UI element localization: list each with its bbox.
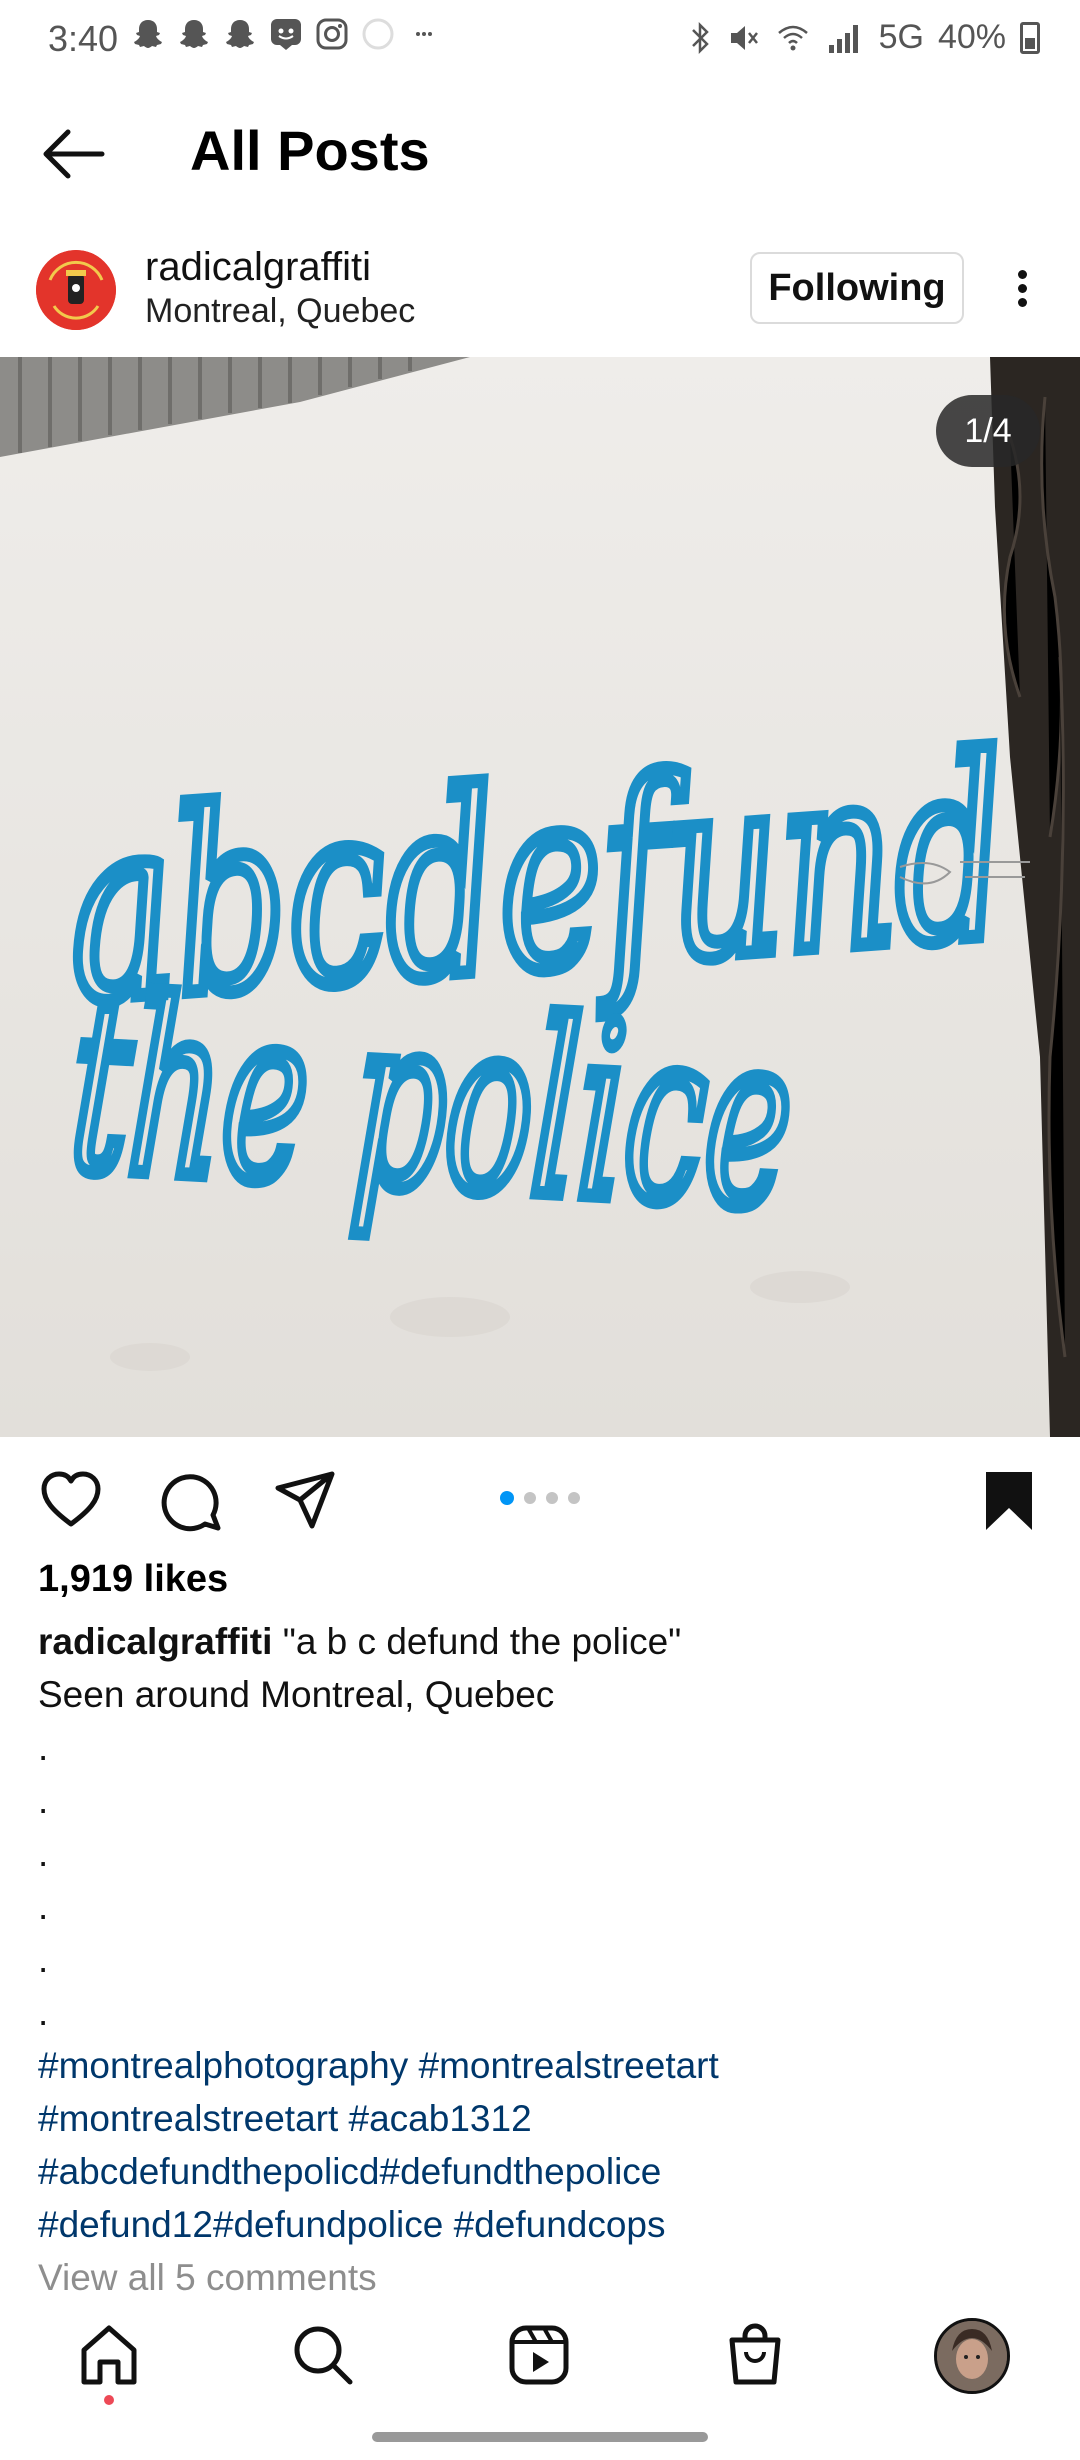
carousel-dots: [500, 1491, 580, 1505]
caption-username[interactable]: radicalgraffiti: [38, 1621, 272, 1662]
signal-icon: [828, 24, 858, 53]
app-icon: [271, 19, 301, 50]
wifi-icon: [777, 25, 808, 50]
network-type: 5G: [878, 18, 924, 56]
battery-icon: [1020, 21, 1040, 54]
page-title: All Posts: [190, 119, 430, 182]
post-username[interactable]: radicalgraffiti: [145, 245, 371, 290]
caption-dot: .: [38, 1833, 49, 1874]
graffiti-photo: abcdefund the police: [0, 357, 1080, 1437]
caption: radicalgraffiti "a b c defund the police…: [38, 1615, 1038, 2292]
likes-count[interactable]: 1,919 likes: [38, 1558, 228, 1601]
status-bar: 3:40 5G 40%: [0, 0, 1080, 80]
home-icon[interactable]: [76, 2322, 142, 2388]
snapchat-icon: [180, 20, 208, 48]
profile-photo: [937, 2321, 1007, 2391]
share-icon[interactable]: [272, 1468, 338, 1534]
back-arrow-icon[interactable]: [38, 124, 108, 184]
hashtag-line[interactable]: #montrealphotography #montrealstreetart: [38, 2039, 1038, 2092]
hashtag-line[interactable]: #montrealstreetart #acab1312: [38, 2092, 1038, 2145]
heart-icon[interactable]: [38, 1468, 104, 1534]
home-notification-dot: [104, 2395, 114, 2405]
post-author-avatar[interactable]: [36, 250, 116, 330]
graffiti-line-2: the police: [65, 945, 799, 1262]
more-notifications-icon: [416, 32, 432, 36]
battery-percent: 40%: [937, 18, 1006, 56]
hashtag-line[interactable]: #defund12#defundpolice #defundcops: [38, 2198, 1038, 2251]
caption-dot: .: [38, 1780, 49, 1821]
snapchat-icon: [134, 20, 162, 48]
carousel-dot: [500, 1491, 514, 1505]
status-time: 3:40: [48, 18, 119, 59]
post-location[interactable]: Montreal, Quebec: [145, 292, 415, 331]
comment-icon[interactable]: [158, 1468, 224, 1534]
caption-dot: .: [38, 1992, 49, 2033]
loading-circle-icon: [362, 18, 394, 50]
shop-icon[interactable]: [722, 2322, 788, 2388]
mute-icon: [730, 25, 758, 50]
instagram-icon: [316, 18, 348, 50]
snapchat-icon: [226, 20, 254, 48]
post-image[interactable]: abcdefund the police 1/4: [0, 357, 1080, 1437]
post-header: radicalgraffiti Montreal, Quebec Followi…: [0, 240, 1080, 350]
notification-icons: [130, 16, 442, 52]
search-icon[interactable]: [290, 2322, 356, 2388]
bottom-nav: [0, 2300, 1080, 2410]
top-bar: All Posts: [0, 100, 1080, 210]
radical-graffiti-logo: [36, 250, 116, 330]
bluetooth-icon: [691, 21, 709, 54]
caption-area: radicalgraffiti "a b c defund the police…: [0, 1610, 1080, 2292]
status-right: 5G 40%: [689, 18, 1040, 57]
caption-dot: .: [38, 1886, 49, 1927]
carousel-dot: [524, 1492, 536, 1504]
caption-dot: .: [38, 1939, 49, 1980]
hashtag-line[interactable]: #abcdefundthepolicd#defundthepolice: [38, 2145, 1038, 2198]
following-button[interactable]: Following: [750, 252, 964, 324]
profile-avatar[interactable]: [934, 2318, 1010, 2394]
post-actions: [0, 1440, 1080, 1550]
view-comments-link[interactable]: View all 5 comments: [38, 2251, 1038, 2292]
gesture-bar[interactable]: [372, 2432, 708, 2442]
bookmark-icon[interactable]: [976, 1468, 1042, 1534]
more-options-icon[interactable]: [1010, 265, 1034, 325]
image-counter-badge: 1/4: [936, 395, 1040, 467]
caption-dot: .: [38, 1727, 49, 1768]
carousel-dot: [568, 1492, 580, 1504]
carousel-dot: [546, 1492, 558, 1504]
caption-line: Seen around Montreal, Quebec: [38, 1674, 555, 1715]
reels-icon[interactable]: [506, 2322, 572, 2388]
caption-text: "a b c defund the police": [282, 1621, 682, 1662]
